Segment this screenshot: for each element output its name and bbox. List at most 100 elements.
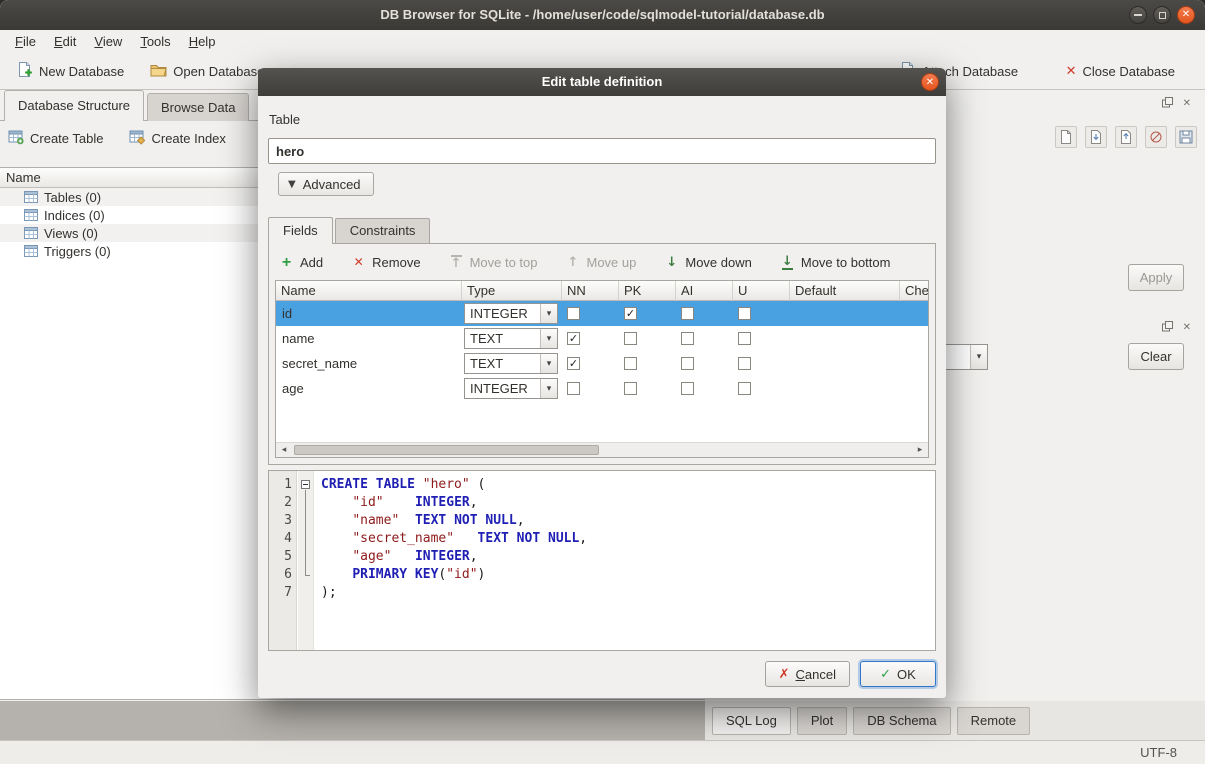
tab-sql-log[interactable]: SQL Log: [712, 707, 791, 735]
ai-checkbox-id[interactable]: [681, 307, 694, 320]
column-header-pk[interactable]: PK: [619, 281, 676, 301]
menu-tools[interactable]: Tools: [131, 30, 179, 53]
pk-checkbox-secret-name[interactable]: [624, 357, 637, 370]
nn-checkbox-secret-name[interactable]: ✓: [567, 357, 580, 370]
export-icon[interactable]: [1115, 126, 1137, 148]
maximize-icon: [1159, 12, 1166, 19]
window-titlebar[interactable]: DB Browser for SQLite - /home/user/code/…: [0, 0, 1205, 30]
table-icon: [24, 190, 38, 204]
tab-plot[interactable]: Plot: [797, 707, 847, 735]
field-row-id[interactable]: idINTEGER▾ ✓: [276, 301, 928, 326]
column-header-u[interactable]: U: [733, 281, 790, 301]
float-dock-icon[interactable]: [1162, 96, 1173, 111]
close-database-button[interactable]: ✕ Close Database: [1060, 60, 1181, 83]
field-name-cell: id: [276, 301, 462, 326]
type-value: TEXT: [465, 331, 540, 346]
add-icon: +: [279, 256, 294, 269]
fields-horizontal-scrollbar[interactable]: ◂ ▸: [276, 442, 928, 457]
field-row-secret-name[interactable]: secret_nameTEXT▾✓: [276, 351, 928, 376]
ok-button[interactable]: ✓ OK: [860, 661, 936, 687]
new-database-button[interactable]: New Database: [10, 57, 130, 85]
fields-table: NameTypeNNPKAIUDefaultCheck idINTEGER▾✓n…: [275, 280, 929, 458]
dropdown-arrow-icon: ▾: [540, 354, 557, 373]
sql-text: PRIMARY KEY("id"): [315, 566, 485, 584]
remove-button[interactable]: ✕Remove: [351, 255, 420, 270]
tree-item-label: Triggers (0): [44, 244, 111, 259]
column-header-nn[interactable]: NN: [562, 281, 619, 301]
float-dock-icon[interactable]: [1162, 320, 1173, 335]
pk-checkbox-name[interactable]: [624, 332, 637, 345]
minimize-button[interactable]: [1129, 6, 1147, 24]
type-select-name[interactable]: TEXT▾: [464, 328, 558, 349]
menu-edit[interactable]: Edit: [45, 30, 85, 53]
new-database-icon: [16, 61, 33, 81]
create-table-button[interactable]: Create Table: [8, 129, 103, 148]
type-select-secret-name[interactable]: TEXT▾: [464, 353, 558, 374]
table-name-input[interactable]: hero: [268, 138, 936, 164]
menu-help[interactable]: Help: [180, 30, 225, 53]
ok-icon: ✓: [880, 667, 891, 682]
tab-database-structure[interactable]: Database Structure: [4, 90, 144, 121]
u-cell: [733, 376, 790, 401]
structure-toolbar: Create Table Create Index: [8, 129, 226, 148]
scroll-left-icon[interactable]: ◂: [276, 445, 292, 455]
type-select-age[interactable]: INTEGER▾: [464, 378, 558, 399]
dialog-close-button[interactable]: ✕: [921, 73, 939, 91]
ai-checkbox-age[interactable]: [681, 382, 694, 395]
type-select-id[interactable]: INTEGER▾: [464, 303, 558, 324]
move-bottom-button[interactable]: ↓Move to bottom: [780, 255, 891, 270]
dialog-titlebar[interactable]: Edit table definition ✕: [258, 68, 946, 96]
ai-checkbox-name[interactable]: [681, 332, 694, 345]
cancel-button[interactable]: ✗ Cancel: [765, 661, 850, 687]
move-down-button[interactable]: ↓Move down: [664, 255, 751, 270]
nn-checkbox-name[interactable]: ✓: [567, 332, 580, 345]
dialog-tab-constraints[interactable]: Constraints: [335, 218, 431, 243]
menu-file[interactable]: File: [6, 30, 45, 53]
field-check-cell: [900, 326, 929, 351]
dialog-tab-fields[interactable]: Fields: [268, 217, 333, 244]
field-row-age[interactable]: ageINTEGER▾: [276, 376, 928, 401]
fold-toggle-icon[interactable]: [301, 480, 310, 489]
save-icon[interactable]: [1175, 126, 1197, 148]
close-dock-icon[interactable]: ✕: [1183, 98, 1191, 109]
u-checkbox-id[interactable]: [738, 307, 751, 320]
ok-label: OK: [897, 667, 916, 682]
set-null-icon[interactable]: [1145, 126, 1167, 148]
add-button[interactable]: +Add: [279, 255, 323, 270]
edit-mode-icon[interactable]: [1055, 126, 1077, 148]
advanced-toggle-button[interactable]: ▼ Advanced: [278, 172, 374, 196]
window-close-button[interactable]: ✕: [1177, 6, 1195, 24]
scrollbar-thumb[interactable]: [294, 445, 599, 455]
menu-view[interactable]: View: [85, 30, 131, 53]
field-check-cell: [900, 376, 929, 401]
maximize-button[interactable]: [1153, 6, 1171, 24]
scrollbar-track[interactable]: [292, 443, 912, 457]
field-row-name[interactable]: nameTEXT▾✓: [276, 326, 928, 351]
u-checkbox-age[interactable]: [738, 382, 751, 395]
clear-button[interactable]: Clear: [1128, 343, 1184, 370]
column-header-ai[interactable]: AI: [676, 281, 733, 301]
column-header-name[interactable]: Name: [276, 281, 462, 301]
close-dock-icon[interactable]: ✕: [1183, 322, 1191, 333]
move-top-label: Move to top: [470, 255, 538, 270]
tab-remote[interactable]: Remote: [957, 707, 1031, 735]
ai-checkbox-secret-name[interactable]: [681, 357, 694, 370]
create-index-button[interactable]: Create Index: [129, 129, 225, 148]
scroll-right-icon[interactable]: ▸: [912, 445, 928, 455]
tab-browse-data[interactable]: Browse Data: [147, 93, 249, 121]
column-header-type[interactable]: Type: [462, 281, 562, 301]
column-header-check[interactable]: Check: [900, 281, 929, 301]
nn-checkbox-age[interactable]: [567, 382, 580, 395]
import-icon[interactable]: [1085, 126, 1107, 148]
pk-checkbox-id[interactable]: ✓: [624, 307, 637, 320]
sql-code[interactable]: 1CREATE TABLE "hero" (2 "id" INTEGER,3 "…: [269, 476, 935, 602]
pk-checkbox-age[interactable]: [624, 382, 637, 395]
bottom-tab-bar: SQL LogPlotDB SchemaRemote: [705, 707, 1030, 736]
u-checkbox-name[interactable]: [738, 332, 751, 345]
field-default-cell: [790, 376, 900, 401]
nn-checkbox-id[interactable]: [567, 307, 580, 320]
tab-db-schema[interactable]: DB Schema: [853, 707, 950, 735]
u-checkbox-secret-name[interactable]: [738, 357, 751, 370]
column-header-default[interactable]: Default: [790, 281, 900, 301]
sql-text: "secret_name" TEXT NOT NULL,: [315, 530, 587, 548]
